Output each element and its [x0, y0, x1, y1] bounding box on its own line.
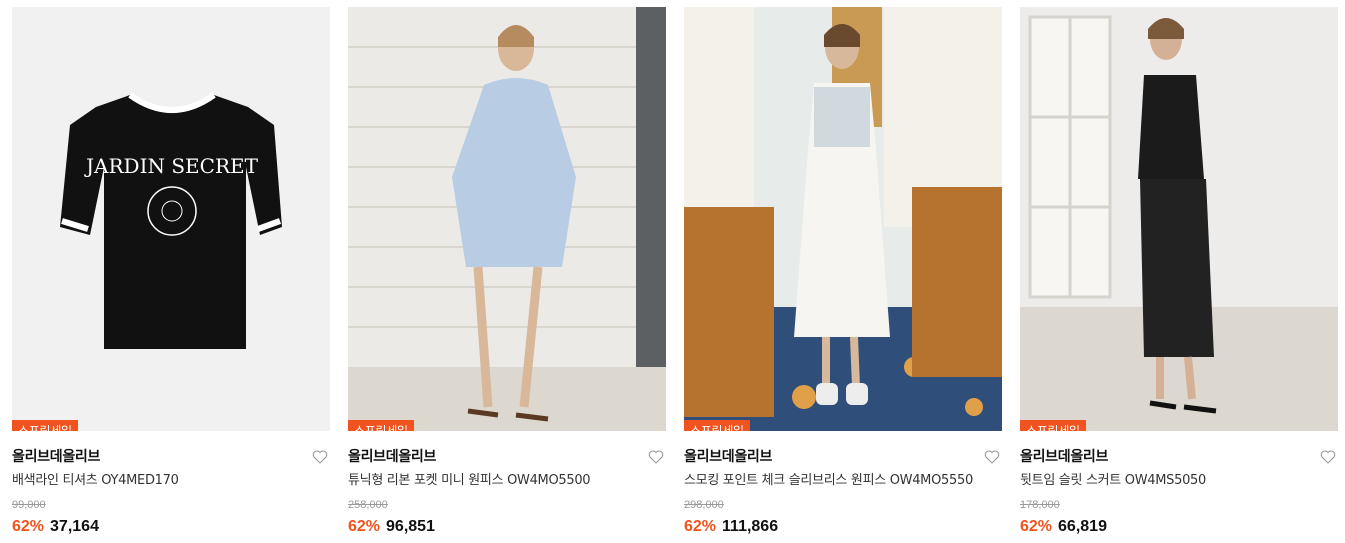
white-smocked-dress-image [684, 7, 1002, 431]
product-image[interactable]: 스프링세일 [684, 7, 1002, 431]
product-name[interactable]: 뒷트임 슬릿 스커트 OW4MS5050 [1020, 470, 1338, 492]
original-price: 99,000 [12, 499, 46, 511]
product-image[interactable]: 스프링세일 [1020, 7, 1338, 431]
discount-rate: 62% [1020, 518, 1053, 535]
sale-price: 111,866 [722, 518, 779, 535]
heart-icon[interactable] [1320, 449, 1336, 465]
brand-name[interactable]: 올리브데올리브 [12, 446, 330, 468]
sale-badge: 스프링세일 [684, 420, 750, 431]
svg-text:JARDIN SECRET: JARDIN SECRET [84, 154, 259, 178]
heart-icon[interactable] [984, 449, 1000, 465]
product-image[interactable]: 스프링세일 [348, 7, 666, 431]
original-price: 298,000 [684, 499, 724, 511]
sale-badge: 스프링세일 [12, 420, 78, 431]
sale-price: 66,819 [1058, 518, 1107, 535]
original-price: 258,000 [348, 499, 388, 511]
product-card[interactable]: JARDIN SECRET 스프링세일 올리브데올리브 배색라인 티셔츠 OY4… [12, 7, 330, 537]
product-name[interactable]: 튜닉형 리본 포켓 미니 원피스 OW4MO5500 [348, 470, 666, 492]
discount-rate: 62% [348, 518, 381, 535]
sale-price: 37,164 [50, 518, 99, 535]
brand-name[interactable]: 올리브데올리브 [348, 446, 666, 468]
price-row: 62% 66,819 [1020, 516, 1338, 538]
discount-rate: 62% [684, 518, 717, 535]
price-row: 62% 111,866 [684, 516, 1002, 538]
black-skirt-image [1020, 7, 1338, 431]
sale-price: 96,851 [386, 518, 435, 535]
discount-rate: 62% [12, 518, 45, 535]
black-tshirt-image: JARDIN SECRET [12, 7, 330, 431]
price-row: 62% 37,164 [12, 516, 330, 538]
brand-name[interactable]: 올리브데올리브 [1020, 446, 1338, 468]
heart-icon[interactable] [648, 449, 664, 465]
product-card[interactable]: 스프링세일 올리브데올리브 튜닉형 리본 포켓 미니 원피스 OW4MO5500… [348, 7, 666, 537]
original-price: 178,000 [1020, 499, 1060, 511]
product-name[interactable]: 스모킹 포인트 체크 슬리브리스 원피스 OW4MO5550 [684, 470, 1002, 492]
heart-icon[interactable] [312, 449, 328, 465]
brand-name[interactable]: 올리브데올리브 [684, 446, 1002, 468]
price-row: 62% 96,851 [348, 516, 666, 538]
product-name[interactable]: 배색라인 티셔츠 OY4MED170 [12, 470, 330, 492]
product-card[interactable]: 스프링세일 올리브데올리브 스모킹 포인트 체크 슬리브리스 원피스 OW4MO… [684, 7, 1002, 537]
product-card[interactable]: 스프링세일 올리브데올리브 뒷트임 슬릿 스커트 OW4MS5050 178,0… [1020, 7, 1338, 537]
sale-badge: 스프링세일 [1020, 420, 1086, 431]
sale-badge: 스프링세일 [348, 420, 414, 431]
product-image[interactable]: JARDIN SECRET 스프링세일 [12, 7, 330, 431]
blue-mini-dress-image [348, 7, 666, 431]
product-grid: JARDIN SECRET 스프링세일 올리브데올리브 배색라인 티셔츠 OY4… [0, 0, 1345, 543]
